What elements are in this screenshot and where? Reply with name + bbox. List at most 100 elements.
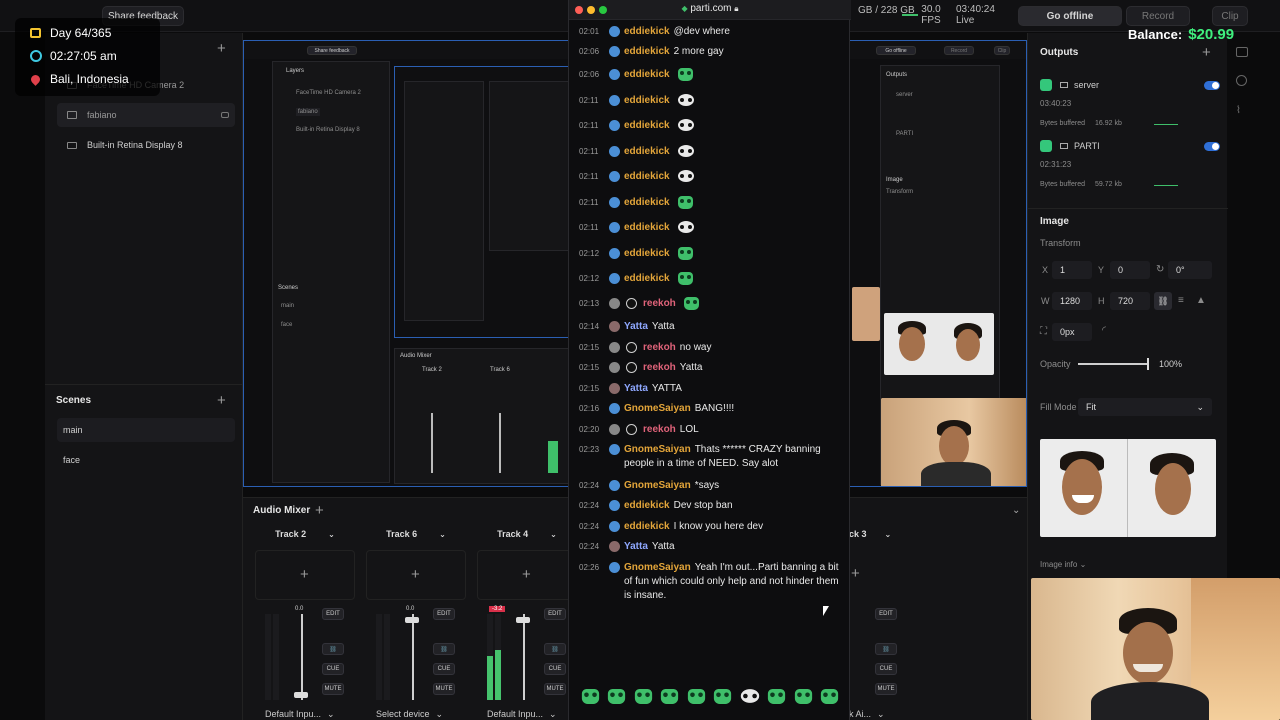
- edit-button[interactable]: EDIT: [875, 608, 897, 620]
- output-toggle[interactable]: [1204, 142, 1220, 151]
- height-input[interactable]: 720: [1110, 292, 1150, 310]
- volume-knob[interactable]: [405, 617, 419, 623]
- username[interactable]: GnomeSaiyan: [624, 562, 691, 573]
- audio-icon[interactable]: ⌇: [1236, 105, 1241, 116]
- avatar[interactable]: [609, 26, 620, 37]
- add-input-button[interactable]: +: [411, 567, 420, 582]
- link-icon[interactable]: ⛓: [433, 643, 455, 655]
- collapse-chevron-icon[interactable]: ⌄: [1012, 505, 1020, 516]
- username[interactable]: GnomeSaiyan: [624, 480, 691, 491]
- goblin-emote-icon[interactable]: [608, 688, 626, 704]
- username[interactable]: Yatta: [624, 321, 648, 332]
- username[interactable]: eddiekick: [624, 120, 670, 131]
- edit-button[interactable]: EDIT: [322, 608, 344, 620]
- avatar[interactable]: [609, 562, 620, 573]
- avatar[interactable]: [609, 500, 620, 511]
- mute-button[interactable]: MUTE: [875, 683, 897, 695]
- username[interactable]: eddiekick: [624, 197, 670, 208]
- username[interactable]: reekoh: [643, 362, 676, 373]
- link-aspect-icon[interactable]: ⛓: [1154, 292, 1172, 310]
- mute-button[interactable]: MUTE: [322, 683, 344, 695]
- goblin-emote-icon[interactable]: [581, 688, 599, 704]
- device-select[interactable]: k Ai... ⌄: [849, 707, 941, 720]
- goblin-emote-icon[interactable]: [821, 688, 839, 704]
- track-header[interactable]: Track 4 ⌄: [477, 524, 577, 544]
- opacity-thumb[interactable]: [1147, 358, 1149, 370]
- volume-knob[interactable]: [516, 617, 530, 623]
- avatar[interactable]: [609, 222, 620, 233]
- add-track-button[interactable]: +: [315, 503, 324, 518]
- go-offline-button[interactable]: Go offline: [1018, 6, 1122, 26]
- add-scene-button[interactable]: +: [217, 393, 226, 408]
- width-input[interactable]: 1280: [1052, 292, 1092, 310]
- username[interactable]: eddiekick: [624, 248, 670, 259]
- username[interactable]: eddiekick: [624, 521, 670, 532]
- avatar[interactable]: [609, 424, 620, 435]
- username[interactable]: eddiekick: [624, 146, 670, 157]
- link-icon[interactable]: [221, 112, 229, 118]
- goblin-emote-icon[interactable]: [687, 688, 705, 704]
- opacity-slider[interactable]: [1078, 358, 1149, 370]
- device-select[interactable]: Default Inpu... ⌄: [265, 707, 357, 720]
- link-icon[interactable]: ⛓: [544, 643, 566, 655]
- volume-slider[interactable]: [412, 614, 414, 700]
- chat-icon[interactable]: [1236, 75, 1247, 86]
- output-item-parti[interactable]: PARTI 02:31:23 Bytes buffered 59.72 kb: [1040, 140, 1220, 200]
- volume-slider[interactable]: [301, 614, 303, 700]
- panel-icon[interactable]: [1236, 47, 1248, 57]
- add-input-button[interactable]: +: [300, 567, 309, 582]
- avatar[interactable]: [609, 171, 620, 182]
- align-icon[interactable]: ≡: [1178, 295, 1184, 306]
- goblin-emote-icon[interactable]: [768, 688, 786, 704]
- fill-mode-select[interactable]: Fit ⌄: [1078, 398, 1212, 416]
- username[interactable]: Yatta: [624, 541, 648, 552]
- username[interactable]: Yatta: [624, 383, 648, 394]
- avatar[interactable]: [609, 480, 620, 491]
- avatar[interactable]: [609, 321, 620, 332]
- username[interactable]: eddiekick: [624, 273, 670, 284]
- username[interactable]: eddiekick: [624, 222, 670, 233]
- avatar[interactable]: [609, 248, 620, 259]
- rotation-input[interactable]: 0°: [1168, 261, 1212, 279]
- source-item-retina-display[interactable]: Built-in Retina Display 8: [57, 133, 235, 157]
- link-icon[interactable]: ⛓: [875, 643, 897, 655]
- username[interactable]: reekoh: [643, 342, 676, 353]
- username[interactable]: GnomeSaiyan: [624, 444, 691, 455]
- username[interactable]: eddiekick: [624, 171, 670, 182]
- cue-button[interactable]: CUE: [875, 663, 897, 675]
- volume-knob[interactable]: [294, 692, 308, 698]
- avatar[interactable]: [609, 95, 620, 106]
- image-info-toggle[interactable]: Image info ⌄: [1040, 560, 1086, 569]
- scene-item-main[interactable]: main: [57, 418, 235, 442]
- avatar[interactable]: [609, 362, 620, 373]
- track-header[interactable]: ck 3 ⌄: [849, 524, 949, 544]
- source-item-fabiano[interactable]: fabiano: [57, 103, 235, 127]
- username[interactable]: eddiekick: [624, 46, 670, 57]
- avatar[interactable]: [609, 46, 620, 57]
- edit-button[interactable]: EDIT: [433, 608, 455, 620]
- mute-button[interactable]: MUTE: [544, 683, 566, 695]
- username[interactable]: eddiekick: [624, 69, 670, 80]
- device-select[interactable]: Select device ⌄: [376, 707, 468, 720]
- add-output-button[interactable]: +: [1202, 45, 1211, 60]
- add-source-button[interactable]: +: [217, 41, 226, 56]
- device-select[interactable]: Default Inpu... ⌄: [487, 707, 579, 720]
- avatar[interactable]: [609, 521, 620, 532]
- goblin-emote-icon[interactable]: [634, 688, 652, 704]
- username[interactable]: reekoh: [643, 424, 676, 435]
- avatar[interactable]: [609, 273, 620, 284]
- avatar[interactable]: [609, 541, 620, 552]
- cue-button[interactable]: CUE: [433, 663, 455, 675]
- output-item-server[interactable]: server 03:40:23 Bytes buffered 16.92 kb: [1040, 79, 1220, 139]
- avatar[interactable]: [609, 383, 620, 394]
- output-toggle[interactable]: [1204, 81, 1220, 90]
- add-input-button[interactable]: +: [522, 567, 531, 582]
- goblin-emote-icon[interactable]: [661, 688, 679, 704]
- link-icon[interactable]: ⛓: [322, 643, 344, 655]
- cue-button[interactable]: CUE: [322, 663, 344, 675]
- username[interactable]: eddiekick: [624, 95, 670, 106]
- volume-slider[interactable]: [523, 614, 525, 700]
- add-input-button[interactable]: +: [851, 566, 860, 581]
- cue-button[interactable]: CUE: [544, 663, 566, 675]
- x-input[interactable]: 1: [1052, 261, 1092, 279]
